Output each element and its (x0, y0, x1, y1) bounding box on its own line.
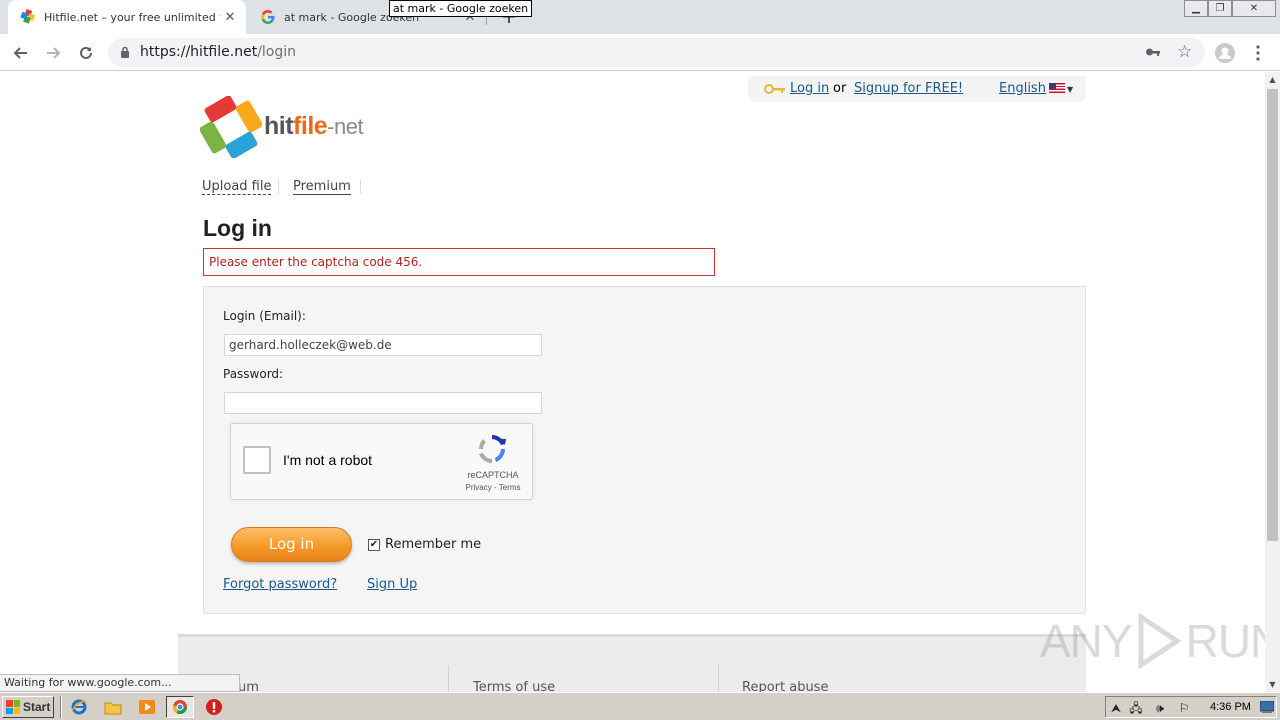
tab-hitfile[interactable]: Hitfile.net – your free unlimited file s… (8, 0, 246, 34)
tab-title: Hitfile.net – your free unlimited file s (44, 10, 220, 24)
taskbar-clock[interactable]: 4:36 PM (1210, 701, 1251, 713)
key-icon (764, 84, 785, 94)
checkmark-icon: ✔ (368, 538, 380, 551)
footer-link-report[interactable]: Report abuse (742, 680, 828, 692)
hitfile-logo[interactable]: hitfile-net (199, 95, 364, 162)
network-icon[interactable]: 🖧 (1128, 700, 1144, 716)
tab-close-icon[interactable]: ✕ (220, 10, 240, 25)
browser-tabstrip: Hitfile.net – your free unlimited file s… (0, 0, 1280, 34)
recaptcha-checkbox[interactable] (243, 446, 271, 474)
chrome-icon (172, 700, 187, 714)
internet-explorer-icon[interactable] (70, 698, 88, 716)
scrollbar-thumb[interactable] (1267, 89, 1278, 541)
login-button[interactable]: Log in (231, 527, 352, 562)
login-form-panel: Login (Email): Password: I'm not a robot… (203, 286, 1086, 614)
nav-premium[interactable]: Premium (293, 179, 351, 195)
recaptcha-widget: I'm not a robot reCAPTCHA Privacy - Term… (230, 423, 533, 500)
password-label: Password: (223, 367, 284, 381)
tray-expand-icon[interactable]: ⮝ (1108, 700, 1124, 716)
folder-icon[interactable] (104, 698, 122, 716)
flag-icon[interactable]: ⚐ (1176, 700, 1192, 716)
restore-icon[interactable]: ❐ (1208, 0, 1232, 17)
google-favicon-icon (261, 10, 275, 24)
bookmark-star-icon[interactable]: ☆ (1177, 43, 1192, 61)
media-player-icon[interactable] (138, 698, 156, 716)
forward-arrow-icon[interactable] (40, 40, 66, 66)
logo-mark-icon (199, 95, 263, 159)
chrome-taskbar-button[interactable] (166, 696, 194, 718)
window-close-icon[interactable]: ✕ (1232, 0, 1276, 17)
footer-link-um[interactable]: um (238, 680, 259, 692)
windows-taskbar: Start ⮝ 🖧 🕪 ⚐ 4:36 PM (0, 692, 1280, 720)
recaptcha-logo-icon (478, 435, 506, 463)
page-footer: um Terms of use Report abuse (178, 634, 1086, 692)
tab-tooltip: at mark - Google zoeken (389, 0, 533, 17)
footer-link-terms[interactable]: Terms of use (473, 680, 555, 692)
taskbar-separator (60, 696, 62, 718)
us-flag-icon (1048, 83, 1065, 93)
lock-icon (121, 46, 129, 58)
chevron-down-icon: ▼ (1066, 85, 1074, 94)
recaptcha-label: I'm not a robot (283, 452, 373, 468)
header-signup-link[interactable]: Signup for FREE! (854, 81, 963, 96)
minimize-icon[interactable]: ▁ (1184, 0, 1208, 17)
remember-me-label: Remember me (385, 537, 482, 552)
anyrun-watermark: ANY RUN (1040, 613, 1265, 669)
play-icon (1138, 613, 1182, 669)
scroll-up-arrow-icon[interactable]: ▲ (1265, 72, 1280, 87)
sign-up-link[interactable]: Sign Up (367, 577, 417, 592)
browser-toolbar: https://hitfile.net/login ☆ (0, 34, 1280, 71)
reload-icon[interactable] (73, 40, 99, 66)
nav-separator (278, 180, 279, 194)
profile-avatar-icon[interactable] (1212, 40, 1238, 66)
error-message: Please enter the captcha code 456. (203, 248, 715, 276)
key-icon[interactable] (1145, 45, 1161, 59)
windows-logo-icon (6, 700, 20, 714)
stop-sign-icon[interactable] (205, 698, 223, 716)
remember-me-checkbox[interactable]: ✔ Remember me (368, 537, 481, 552)
nav-separator (360, 180, 361, 194)
url-text: https://hitfile.net/login (140, 44, 297, 60)
system-tray: ⮝ 🖧 🕪 ⚐ 4:36 PM (1105, 696, 1277, 718)
email-field[interactable] (224, 334, 542, 356)
nav-upload-file[interactable]: Upload file (202, 179, 272, 195)
address-bar[interactable]: https://hitfile.net/login ☆ (108, 38, 1205, 67)
page-scrollbar[interactable]: ▲ ▼ (1265, 72, 1280, 692)
hitfile-favicon-icon (20, 9, 36, 24)
browser-status-bar: Waiting for www.google.com... (0, 674, 240, 692)
show-desktop-icon[interactable] (1260, 701, 1274, 713)
account-bar: Log in or Signup for FREE! English ▼ (748, 76, 1086, 102)
scroll-down-arrow-icon[interactable]: ▼ (1265, 677, 1280, 692)
start-label: Start (23, 700, 51, 714)
or-text: or (833, 81, 847, 96)
password-field[interactable] (224, 392, 542, 414)
start-button[interactable]: Start (2, 696, 54, 718)
language-selector[interactable]: English ▼ (999, 81, 1073, 96)
recaptcha-brand: reCAPTCHA (467, 470, 519, 480)
menu-kebab-icon[interactable] (1245, 40, 1271, 66)
recaptcha-terms[interactable]: Privacy - Terms (457, 483, 529, 492)
forgot-password-link[interactable]: Forgot password? (223, 577, 337, 592)
volume-icon[interactable]: 🕪 (1152, 700, 1168, 716)
footer-separator (448, 665, 449, 692)
email-label: Login (Email): (223, 309, 306, 323)
header-login-link[interactable]: Log in (790, 81, 829, 96)
footer-separator (718, 665, 719, 692)
language-label: English (999, 81, 1046, 96)
page-viewport: Log in or Signup for FREE! English ▼ hitf… (0, 72, 1265, 692)
back-arrow-icon[interactable] (8, 40, 34, 66)
logo-wordmark: hitfile-net (264, 112, 364, 140)
page-title: Log in (203, 215, 272, 241)
